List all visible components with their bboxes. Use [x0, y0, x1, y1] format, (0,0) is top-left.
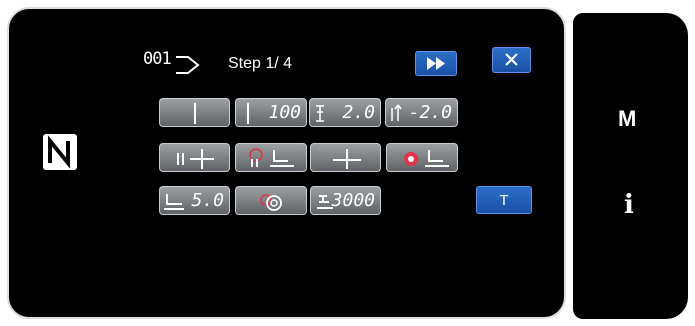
- thread-trim-icon: [177, 149, 214, 169]
- side-panel: [573, 13, 688, 319]
- sewing-speed-button[interactable]: 3000: [310, 186, 381, 215]
- tension-icon: [404, 150, 449, 167]
- trim-presser-button[interactable]: [235, 143, 307, 172]
- menu-button[interactable]: M: [618, 106, 636, 132]
- needle-icon: [194, 103, 196, 124]
- sewing-speed-value: 3000: [331, 190, 375, 211]
- presser-height-value: 5.0: [191, 190, 224, 211]
- thread-trim-icon: [249, 148, 294, 167]
- needle-count-button[interactable]: 100: [235, 98, 307, 127]
- fast-forward-button[interactable]: [415, 51, 457, 76]
- close-icon: [505, 53, 518, 66]
- reverse-pitch-value: -2.0: [408, 102, 452, 123]
- needle-icon: [247, 103, 249, 124]
- needle-count-value: 100: [268, 102, 301, 123]
- fast-forward-icon: [427, 57, 445, 70]
- needle-stop-button[interactable]: [310, 143, 381, 172]
- needle-icon: [333, 149, 361, 169]
- step-number: 001: [143, 49, 172, 69]
- t-button[interactable]: T: [476, 186, 532, 214]
- step-arrow-icon: [176, 56, 200, 74]
- step-indicator: Step 1/ 4: [228, 55, 293, 72]
- t-button-label: T: [499, 192, 509, 209]
- stitch-pitch-icon: [391, 104, 402, 121]
- stitch-pitch-button[interactable]: 2.0: [309, 98, 381, 127]
- tension-button[interactable]: [235, 186, 307, 215]
- stitch-pitch-icon: [316, 105, 324, 122]
- presser-height-button[interactable]: 5.0: [159, 186, 230, 215]
- stitch-pitch-value: 2.0: [342, 102, 375, 123]
- thread-trim-button[interactable]: [159, 143, 230, 172]
- close-button[interactable]: [492, 47, 531, 73]
- nfc-icon: [43, 134, 77, 170]
- presser-foot-icon: [164, 194, 184, 210]
- tension-presser-button[interactable]: [386, 143, 458, 172]
- needle-position-button[interactable]: [159, 98, 230, 127]
- reverse-pitch-button[interactable]: -2.0: [385, 98, 458, 127]
- info-button[interactable]: i: [624, 190, 634, 220]
- tension-icon: [260, 194, 282, 211]
